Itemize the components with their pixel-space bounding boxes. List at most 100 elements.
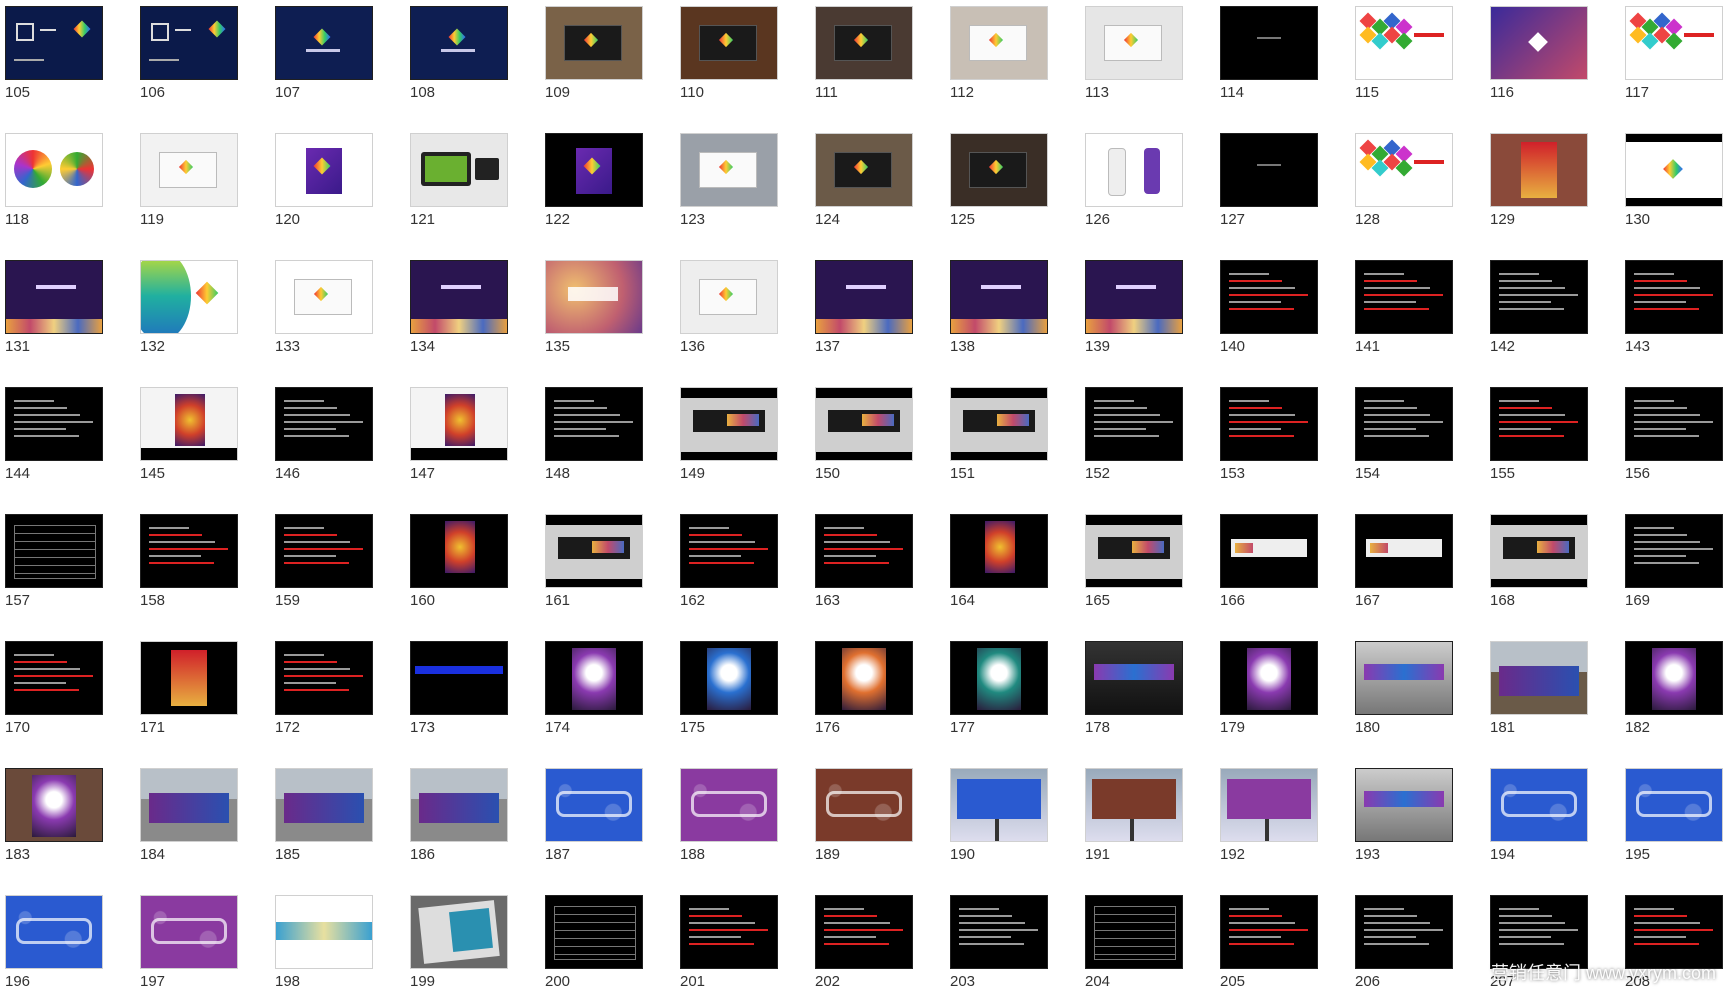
slide-thumbnail[interactable] (140, 641, 238, 715)
slide-thumbnail[interactable] (1625, 260, 1723, 334)
slide-thumbnail[interactable] (275, 895, 373, 969)
slide-thumbnail[interactable] (1355, 514, 1453, 588)
slide-thumbnail[interactable] (275, 133, 373, 207)
slide-thumbnail[interactable] (815, 895, 913, 969)
slide-thumbnail[interactable] (950, 133, 1048, 207)
slide-thumbnail[interactable] (410, 133, 508, 207)
slide-thumbnail[interactable] (545, 133, 643, 207)
slide-thumbnail[interactable] (815, 514, 913, 588)
slide-thumbnail[interactable] (815, 260, 913, 334)
slide-thumbnail[interactable] (545, 387, 643, 461)
slide-thumbnail[interactable] (5, 895, 103, 969)
slide-thumbnail[interactable] (1220, 895, 1318, 969)
slide-thumbnail[interactable] (1220, 133, 1318, 207)
slide-thumbnail[interactable] (1085, 641, 1183, 715)
slide-thumbnail[interactable] (1355, 260, 1453, 334)
slide-thumbnail[interactable] (1625, 641, 1723, 715)
slide-thumbnail[interactable] (410, 260, 508, 334)
slide-thumbnail[interactable] (410, 514, 508, 588)
slide-thumbnail[interactable] (275, 514, 373, 588)
slide-thumbnail[interactable] (545, 895, 643, 969)
slide-thumbnail[interactable] (410, 895, 508, 969)
slide-thumbnail[interactable] (1490, 641, 1588, 715)
slide-thumbnail[interactable] (1355, 387, 1453, 461)
slide-thumbnail[interactable] (1355, 133, 1453, 207)
slide-thumbnail[interactable] (1625, 6, 1723, 80)
slide-thumbnail[interactable] (1220, 6, 1318, 80)
slide-thumbnail[interactable] (410, 387, 508, 461)
slide-thumbnail[interactable] (1220, 768, 1318, 842)
slide-thumbnail[interactable] (950, 260, 1048, 334)
slide-thumbnail[interactable] (545, 768, 643, 842)
slide-thumbnail[interactable] (545, 641, 643, 715)
slide-thumbnail[interactable] (1490, 768, 1588, 842)
slide-thumbnail[interactable] (815, 768, 913, 842)
slide-thumbnail[interactable] (1355, 641, 1453, 715)
slide-thumbnail[interactable] (1220, 641, 1318, 715)
slide-thumbnail[interactable] (275, 6, 373, 80)
slide-thumbnail[interactable] (1490, 514, 1588, 588)
slide-thumbnail[interactable] (1355, 895, 1453, 969)
slide-thumbnail[interactable] (950, 641, 1048, 715)
slide-thumbnail[interactable] (815, 6, 913, 80)
slide-thumbnail[interactable] (1085, 260, 1183, 334)
slide-thumbnail[interactable] (1220, 260, 1318, 334)
slide-thumbnail[interactable] (1625, 133, 1723, 207)
slide-thumbnail[interactable] (275, 260, 373, 334)
slide-thumbnail[interactable] (680, 641, 778, 715)
slide-thumbnail[interactable] (950, 387, 1048, 461)
slide-thumbnail[interactable] (5, 514, 103, 588)
slide-thumbnail[interactable] (140, 387, 238, 461)
slide-thumbnail[interactable] (1625, 768, 1723, 842)
slide-thumbnail[interactable] (815, 133, 913, 207)
slide-thumbnail[interactable] (545, 6, 643, 80)
slide-thumbnail[interactable] (1085, 768, 1183, 842)
slide-thumbnail[interactable] (815, 641, 913, 715)
slide-thumbnail[interactable] (1490, 133, 1588, 207)
slide-thumbnail[interactable] (1085, 6, 1183, 80)
slide-thumbnail[interactable] (1490, 260, 1588, 334)
slide-thumbnail[interactable] (5, 641, 103, 715)
slide-thumbnail[interactable] (140, 133, 238, 207)
slide-thumbnail[interactable] (950, 895, 1048, 969)
slide-thumbnail[interactable] (1220, 514, 1318, 588)
slide-thumbnail[interactable] (1085, 387, 1183, 461)
slide-thumbnail[interactable] (410, 768, 508, 842)
slide-thumbnail[interactable] (1085, 133, 1183, 207)
slide-thumbnail[interactable] (680, 514, 778, 588)
slide-thumbnail[interactable] (1625, 514, 1723, 588)
slide-thumbnail[interactable] (680, 387, 778, 461)
slide-thumbnail[interactable] (680, 768, 778, 842)
slide-thumbnail[interactable] (275, 387, 373, 461)
slide-thumbnail[interactable] (1355, 6, 1453, 80)
slide-thumbnail[interactable] (545, 514, 643, 588)
slide-thumbnail[interactable] (680, 133, 778, 207)
slide-thumbnail[interactable] (1355, 768, 1453, 842)
slide-thumbnail[interactable] (410, 6, 508, 80)
slide-thumbnail[interactable] (950, 6, 1048, 80)
slide-thumbnail[interactable] (1625, 387, 1723, 461)
slide-thumbnail[interactable] (950, 768, 1048, 842)
slide-thumbnail[interactable] (140, 514, 238, 588)
slide-thumbnail[interactable] (815, 387, 913, 461)
slide-thumbnail[interactable] (410, 641, 508, 715)
slide-thumbnail[interactable] (680, 260, 778, 334)
slide-thumbnail[interactable] (5, 768, 103, 842)
slide-thumbnail[interactable] (1085, 895, 1183, 969)
slide-thumbnail[interactable] (140, 6, 238, 80)
slide-thumbnail[interactable] (680, 6, 778, 80)
slide-thumbnail[interactable] (5, 133, 103, 207)
slide-thumbnail[interactable] (545, 260, 643, 334)
slide-thumbnail[interactable] (140, 260, 238, 334)
slide-thumbnail[interactable] (950, 514, 1048, 588)
slide-thumbnail[interactable] (1490, 895, 1588, 969)
slide-thumbnail[interactable] (275, 641, 373, 715)
slide-thumbnail[interactable] (140, 895, 238, 969)
slide-thumbnail[interactable] (680, 895, 778, 969)
slide-thumbnail[interactable] (1490, 387, 1588, 461)
slide-thumbnail[interactable] (5, 387, 103, 461)
slide-thumbnail[interactable] (5, 6, 103, 80)
slide-thumbnail[interactable] (1085, 514, 1183, 588)
slide-thumbnail[interactable] (5, 260, 103, 334)
slide-thumbnail[interactable] (140, 768, 238, 842)
